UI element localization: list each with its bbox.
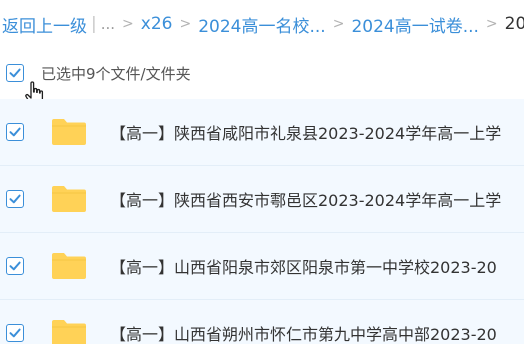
row-checkbox[interactable] [6,190,24,208]
breadcrumb-item[interactable]: x26 [141,14,173,34]
file-row[interactable]: 【高一】山西省阳泉市郊区阳泉市第一中学校2023-20 [0,233,524,300]
back-link[interactable]: 返回上一级 [2,12,87,37]
folder-icon [52,320,86,344]
file-name[interactable]: 【高一】山西省阳泉市郊区阳泉市第一中学校2023-20 [110,254,497,278]
checkmark-icon [9,68,21,78]
file-row[interactable]: 【高一】陕西省咸阳市礼泉县2023-2024学年高一上学 [0,99,524,166]
checkmark-icon [9,127,21,137]
breadcrumb-item[interactable]: 2024高一名校... [198,12,325,37]
chevron-right-icon: > [332,16,345,32]
checkmark-icon [9,261,21,271]
file-row[interactable]: 【高一】陕西省西安市鄠邑区2023-2024学年高一上学 [0,166,524,233]
checkmark-icon [9,328,21,338]
chevron-right-icon: > [485,16,498,32]
breadcrumb-divider: | [91,14,97,34]
file-name[interactable]: 【高一】陕西省西安市鄠邑区2023-2024学年高一上学 [110,187,501,211]
row-checkbox[interactable] [6,324,24,342]
breadcrumb-current: 20 [504,14,524,34]
file-row[interactable]: 【高一】山西省朔州市怀仁市第九中学高中部2023-20 [0,300,524,344]
file-name[interactable]: 【高一】山西省朔州市怀仁市第九中学高中部2023-20 [110,321,497,344]
selection-count-text: 已选中9个文件/文件夹 [41,64,191,83]
chevron-right-icon: > [122,16,134,32]
folder-icon [52,186,86,212]
breadcrumb: 返回上一级 | ... > x26 > 2024高一名校... > 2024高一… [0,0,524,48]
row-checkbox[interactable] [6,257,24,275]
row-checkbox[interactable] [6,123,24,141]
breadcrumb-ellipsis[interactable]: ... [101,15,115,33]
select-all-checkbox[interactable] [6,64,24,82]
chevron-right-icon: > [179,16,192,32]
breadcrumb-item[interactable]: 2024高一试卷... [351,12,478,37]
folder-icon [52,119,86,145]
file-name[interactable]: 【高一】陕西省咸阳市礼泉县2023-2024学年高一上学 [110,120,501,144]
folder-icon [52,253,86,279]
checkmark-icon [9,194,21,204]
selection-bar: 已选中9个文件/文件夹 [0,50,524,96]
file-list: 【高一】陕西省咸阳市礼泉县2023-2024学年高一上学 【高一】陕西省西安市鄠… [0,99,524,344]
